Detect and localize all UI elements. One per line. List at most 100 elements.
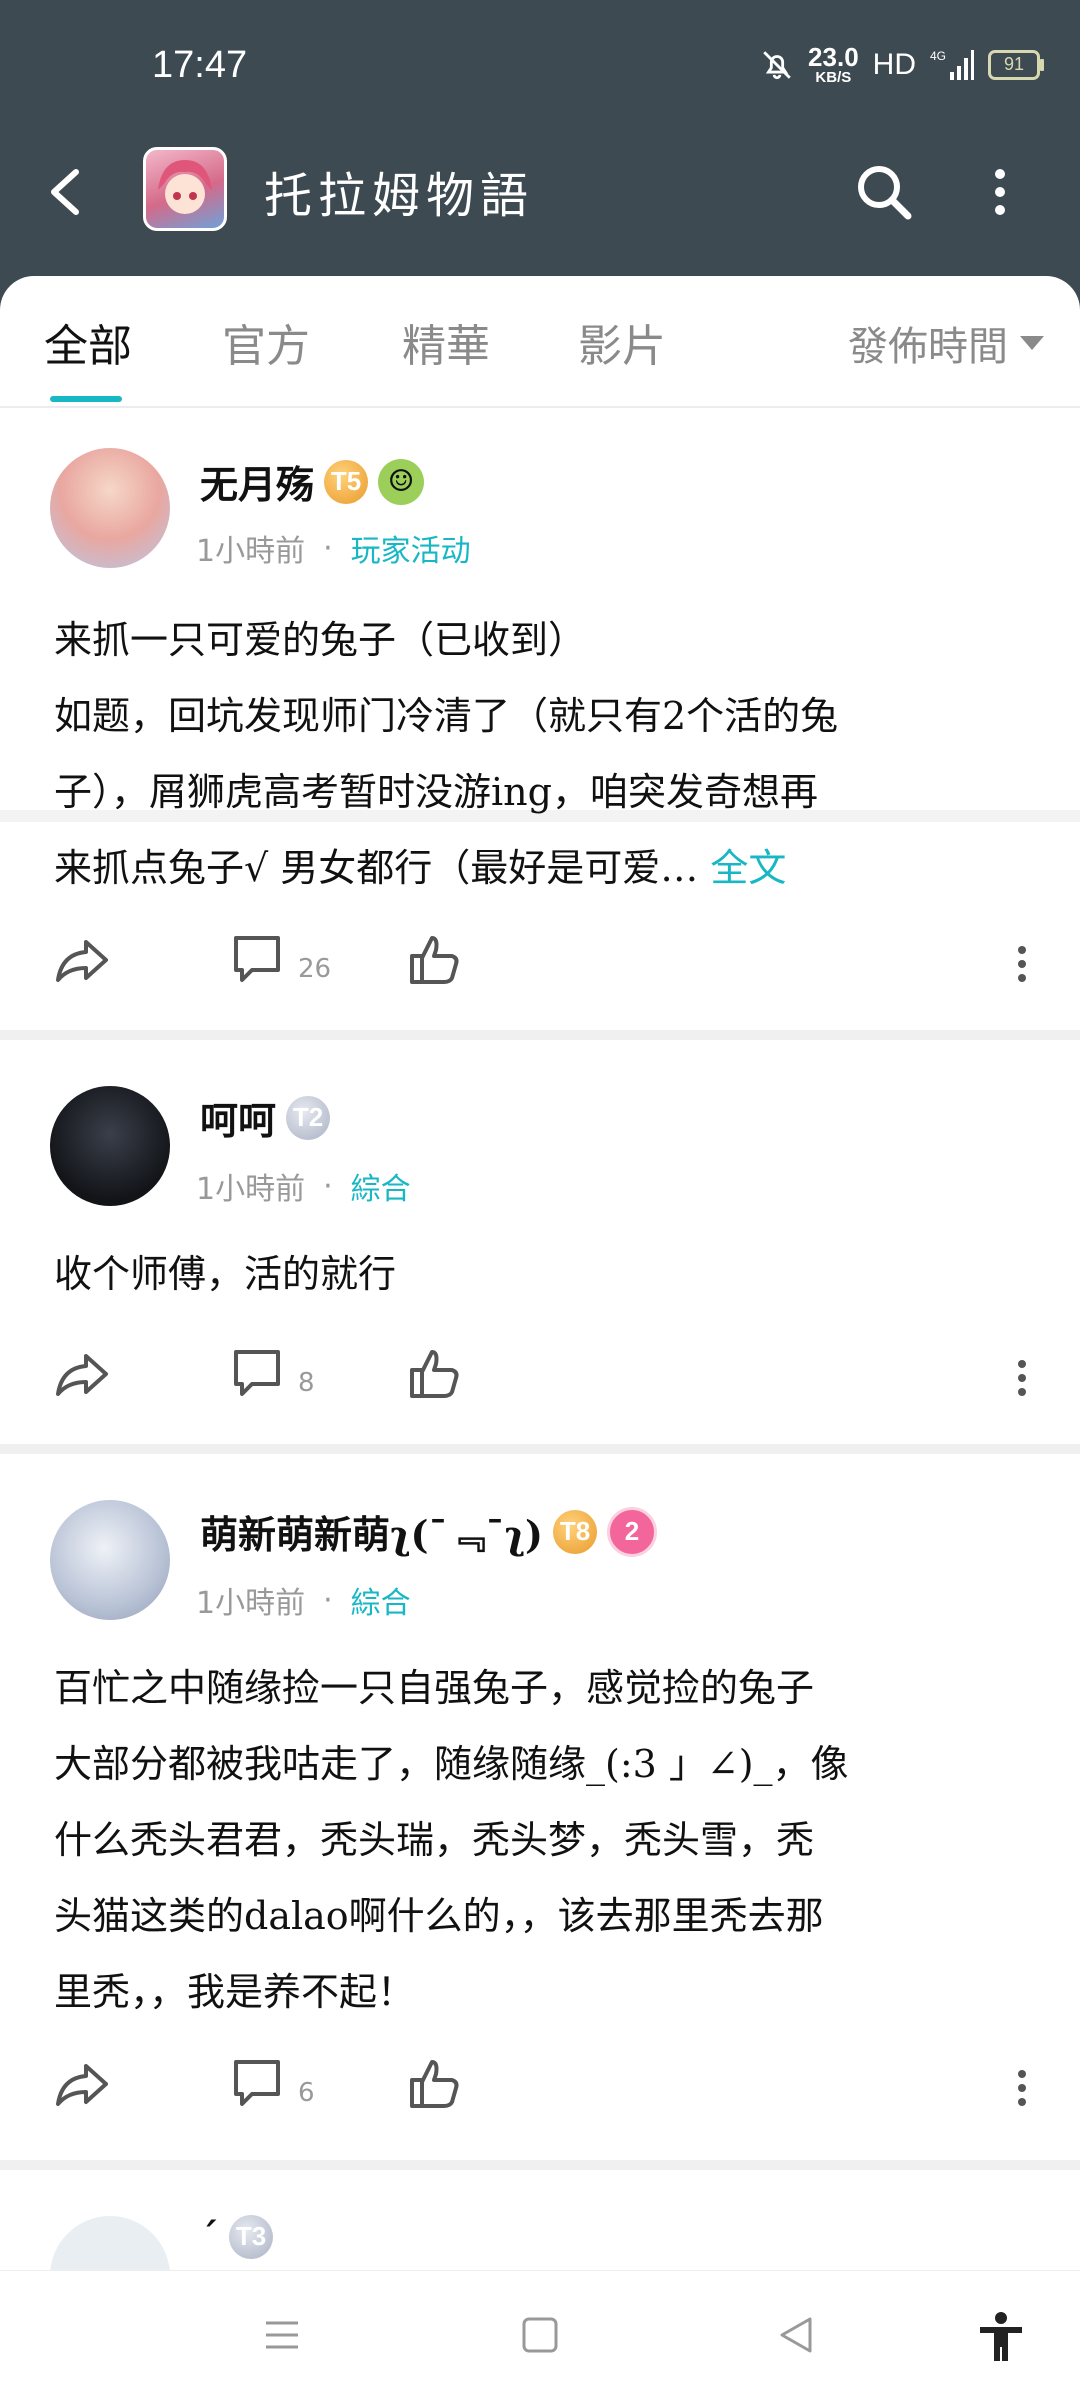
post-body[interactable]: 来抓一只可爱的兔子（已收到） 如题，回坑发现师门冷清了（就只有2个活的兔 子），… xyxy=(54,602,1034,906)
rank-badge: 2 xyxy=(607,1506,658,1557)
post-line: 来抓点兔子√ 男女都行（最好是可爱… xyxy=(54,846,699,890)
post-card[interactable]: 呵呵 T2 1小時前 · 綜合 收个师傅，活的就行 8 xyxy=(0,1040,1080,1440)
network-type: 4G xyxy=(930,49,946,63)
post-card[interactable]: ˊ T3 xyxy=(0,2170,1080,2270)
post-line: 什么秃头君君，秃头瑞，秃头梦，秃头雪，秃 xyxy=(54,1818,815,1862)
post-time: 1小時前 xyxy=(196,534,306,569)
share-icon[interactable] xyxy=(52,2056,112,2112)
meta-separator: · xyxy=(323,1582,333,1618)
post-line: 头猫这类的dalao啊什么的，，该去那里秃去那 xyxy=(54,1894,824,1938)
comment-button[interactable]: 8 xyxy=(230,1346,315,1400)
post-line-last: 来抓点兔子√ 男女都行（最好是可爱… 全文 xyxy=(54,830,1034,906)
meta-separator: · xyxy=(323,1168,333,1204)
group-avatar[interactable] xyxy=(143,147,227,231)
author-row: 无月殇 T5 ☺ xyxy=(200,454,425,509)
post-body[interactable]: 百忙之中随缘捡一只自强兔子，感觉捡的兔子 大部分都被我咕走了，随缘随缘_(:3 … xyxy=(54,1650,1034,2030)
post-category[interactable]: 綜合 xyxy=(351,1578,411,1622)
dropdown-triangle-icon xyxy=(1020,336,1044,350)
post-body[interactable]: 收个师傅，活的就行 xyxy=(54,1236,1034,1312)
share-icon[interactable] xyxy=(52,932,112,988)
post-category[interactable]: 玩家活动 xyxy=(351,526,471,570)
net-speed-value: 23.0 xyxy=(808,42,859,72)
post-more-icon[interactable] xyxy=(1012,944,1032,984)
tab-official[interactable]: 官方 xyxy=(222,310,310,374)
author-avatar[interactable] xyxy=(50,1086,170,1206)
post-card[interactable]: 无月殇 T5 ☺ 1小時前 · 玩家活动 来抓一只可爱的兔子（已收到） 如题，回… xyxy=(0,408,1080,890)
comment-button[interactable]: 6 xyxy=(230,2056,315,2110)
post-line: 如题，回坑发现师门冷清了（就只有2个活的兔 xyxy=(54,694,839,738)
post-line: 百忙之中随缘捡一只自强兔子，感觉捡的兔子 xyxy=(54,1666,815,1710)
signal-icon: 4G xyxy=(930,49,974,80)
comment-icon xyxy=(234,936,280,982)
level-badge: T8 xyxy=(553,1509,598,1554)
post-time: 1小時前 xyxy=(196,1172,306,1207)
post-feed: 无月殇 T5 ☺ 1小時前 · 玩家活动 来抓一只可爱的兔子（已收到） 如题，回… xyxy=(0,408,1080,890)
post-actions: 6 xyxy=(0,2056,1080,2126)
author-avatar[interactable] xyxy=(50,2216,170,2270)
post-actions: 8 xyxy=(0,1346,1080,1416)
author-row: 萌新萌新萌ʅ(¯﹃¯ʅ) T8 2 xyxy=(200,1504,658,1559)
comment-count: 6 xyxy=(298,2078,315,2108)
battery-level: 91 xyxy=(1003,54,1025,74)
hd-indicator: HD xyxy=(872,47,916,81)
comment-count: 26 xyxy=(298,954,332,984)
tab-videos[interactable]: 影片 xyxy=(578,310,666,374)
search-icon[interactable] xyxy=(852,160,916,224)
post-actions: 26 xyxy=(0,932,1080,1002)
net-speed-unit: KB/S xyxy=(815,69,852,86)
post-card[interactable]: 萌新萌新萌ʅ(¯﹃¯ʅ) T8 2 1小時前 · 綜合 百忙之中随缘捡一只自强兔… xyxy=(0,1454,1080,2154)
tab-bar: 全部 官方 精華 影片 發佈時間 xyxy=(0,276,1080,408)
author-avatar[interactable] xyxy=(50,1500,170,1620)
post-time: 1小時前 xyxy=(196,1586,306,1621)
like-icon[interactable] xyxy=(406,1346,462,1402)
emoji-badge-icon: ☺ xyxy=(378,458,425,505)
full-text-link[interactable]: 全文 xyxy=(710,846,786,890)
tab-indicator xyxy=(50,396,122,402)
accessibility-icon[interactable] xyxy=(976,2311,1026,2363)
back-triangle-icon[interactable] xyxy=(776,2315,816,2355)
tab-featured[interactable]: 精華 xyxy=(402,310,490,374)
post-line: 来抓一只可爱的兔子（已收到） xyxy=(54,618,587,662)
status-bar: 17:47 23.0 KB/S HD 4G 91 xyxy=(0,0,1080,130)
author-avatar[interactable] xyxy=(50,448,170,568)
sort-dropdown[interactable]: 發佈時間 xyxy=(848,314,1044,372)
comment-count: 8 xyxy=(298,1368,315,1398)
meta-separator: · xyxy=(323,530,333,566)
menu-icon[interactable] xyxy=(262,2315,302,2355)
post-line: 收个师傅，活的就行 xyxy=(54,1252,397,1296)
level-badge: T5 xyxy=(324,459,369,504)
net-speed: 23.0 KB/S xyxy=(808,44,859,85)
author-name[interactable]: ˊ xyxy=(200,2214,219,2259)
author-name[interactable]: 无月殇 xyxy=(200,454,314,509)
app-bar: 托拉姆物語 xyxy=(0,130,1080,280)
sort-label: 發佈時間 xyxy=(848,324,1008,370)
share-icon[interactable] xyxy=(52,1346,112,1402)
mute-bell-icon xyxy=(763,50,791,79)
status-time: 17:47 xyxy=(152,44,248,86)
battery-icon: 91 xyxy=(988,49,1044,80)
post-more-icon[interactable] xyxy=(1012,1358,1032,1398)
back-arrow-icon[interactable] xyxy=(40,162,90,222)
more-vert-icon[interactable] xyxy=(985,164,1015,224)
author-name[interactable]: 萌新萌新萌ʅ(¯﹃¯ʅ) xyxy=(200,1504,543,1559)
level-badge: T2 xyxy=(286,1095,331,1140)
like-icon[interactable] xyxy=(406,2056,462,2112)
post-category[interactable]: 綜合 xyxy=(351,1164,411,1208)
comment-button[interactable]: 26 xyxy=(230,932,331,986)
post-meta: 1小時前 · 綜合 xyxy=(196,1578,411,1622)
post-meta: 1小時前 · 玩家活动 xyxy=(196,526,471,570)
author-row: ˊ T3 xyxy=(200,2214,273,2259)
post-line: 子），屑狮虎高考暂时没游ing，咱突发奇想再 xyxy=(54,770,818,814)
post-line: 里秃，，我是养不起！ xyxy=(54,1970,416,2014)
home-square-icon[interactable] xyxy=(520,2315,560,2355)
group-avatar-image xyxy=(158,160,212,214)
author-name[interactable]: 呵呵 xyxy=(200,1090,276,1145)
group-title: 托拉姆物語 xyxy=(264,168,535,224)
author-row: 呵呵 T2 xyxy=(200,1090,331,1145)
post-meta: 1小時前 · 綜合 xyxy=(196,1164,411,1208)
like-icon[interactable] xyxy=(406,932,462,988)
post-more-icon[interactable] xyxy=(1012,2068,1032,2108)
tab-all[interactable]: 全部 xyxy=(44,310,132,374)
status-icons: 23.0 KB/S HD 4G 91 xyxy=(760,44,1044,85)
system-nav-bar xyxy=(0,2270,1080,2401)
